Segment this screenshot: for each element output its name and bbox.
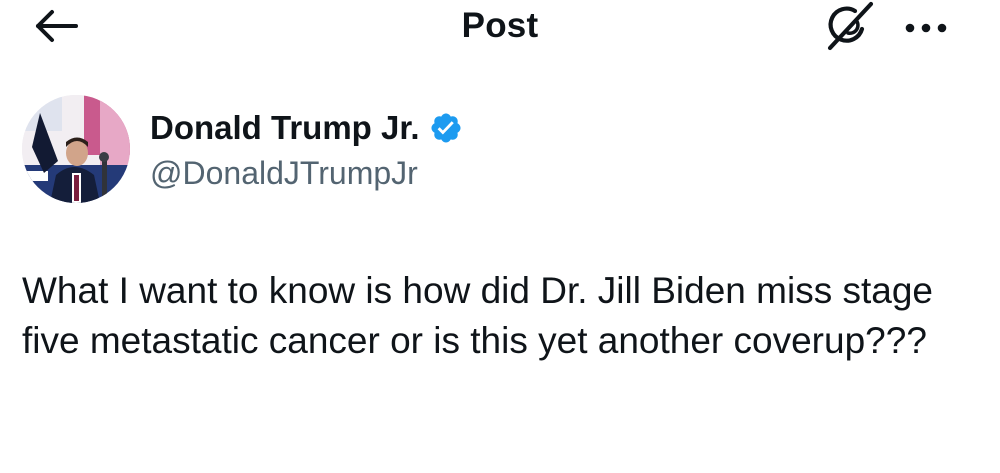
post-text: What I want to know is how did Dr. Jill … [22,270,933,361]
author-name[interactable]: Donald Trump Jr. [150,109,420,147]
avatar-photo-icon [22,95,130,203]
author-info: Donald Trump Jr. @DonaldJTrumpJr [22,95,922,207]
grok-button[interactable] [822,0,878,52]
author-name-row: Donald Trump Jr. [150,108,463,148]
grok-icon [827,1,874,51]
more-options-button[interactable] [898,6,954,46]
post-header: Post [0,0,1000,60]
avatar[interactable] [22,95,130,203]
ellipsis-icon [905,23,947,33]
author-handle[interactable]: @DonaldJTrumpJr [150,155,418,192]
verified-badge-icon[interactable] [429,111,463,145]
